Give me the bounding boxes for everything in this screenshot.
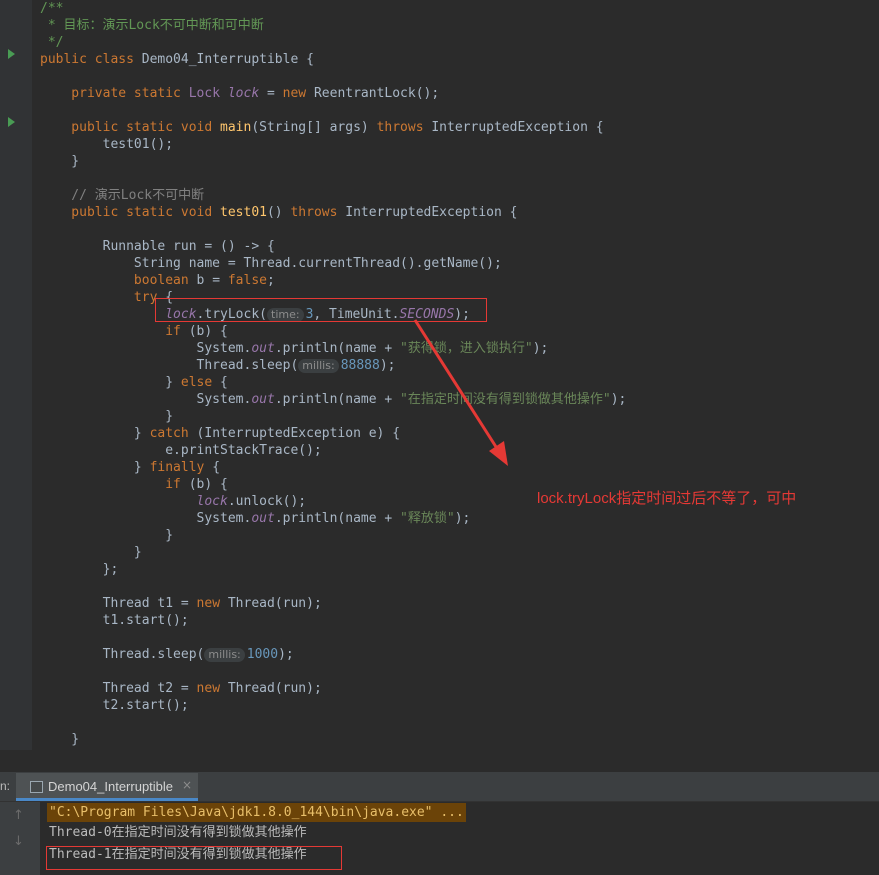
- panel-divider[interactable]: [0, 750, 879, 773]
- arrow-down-icon[interactable]: ↓: [13, 834, 24, 849]
- arrow-up-icon[interactable]: ↑: [13, 808, 24, 823]
- console-toolbar: ↑ ↓: [0, 802, 40, 875]
- console-output[interactable]: ↑ ↓ "C:\Program Files\Java\jdk1.8.0_144\…: [0, 802, 879, 875]
- console-icon: [30, 781, 43, 793]
- run-label: n:: [0, 779, 11, 793]
- close-tab-icon[interactable]: ×: [182, 778, 192, 792]
- annotation-arrow: [413, 319, 508, 466]
- tab-run-demo04[interactable]: Demo04_Interruptible ×: [16, 773, 198, 801]
- console-command-line: "C:\Program Files\Java\jdk1.8.0_144\bin\…: [47, 803, 466, 822]
- run-tool-window-header: n: Demo04_Interruptible ×: [0, 773, 879, 802]
- console-line-1: Thread-0在指定时间没有得到锁做其他操作: [49, 825, 307, 840]
- output-highlight-box: [46, 846, 342, 870]
- code-editor[interactable]: /** * 目标：演示Lock不可中断和可中断 */public class D…: [0, 0, 879, 750]
- run-tab-label: Demo04_Interruptible: [48, 779, 174, 794]
- annotation-text: lock.tryLock指定时间过后不等了，可中: [537, 490, 797, 507]
